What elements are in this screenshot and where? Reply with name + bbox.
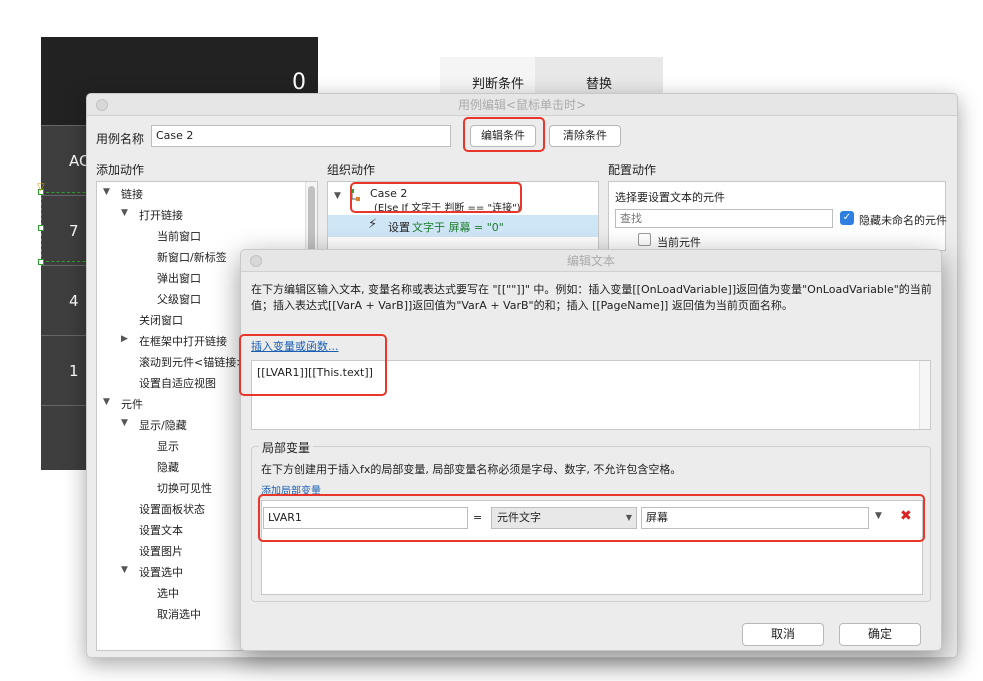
lightning-icon: ⚡: [368, 217, 378, 232]
tree-item-set-image[interactable]: 设置图片: [139, 543, 183, 559]
clear-condition-button[interactable]: 清除条件: [549, 125, 621, 147]
case-editor-titlebar: 用例编辑<鼠标单击时>: [87, 94, 957, 116]
current-widget-checkbox[interactable]: [638, 233, 651, 246]
hide-unnamed-checkbox[interactable]: ✓: [840, 211, 854, 225]
tree-item-parent-window[interactable]: 父级窗口: [157, 291, 201, 307]
expand-arrow-icon[interactable]: ▼: [103, 187, 110, 197]
tree-item-toggle-visibility[interactable]: 切换可见性: [157, 480, 212, 496]
tree-item-show[interactable]: 显示: [157, 438, 179, 454]
current-widget-label: 当前元件: [657, 236, 701, 249]
action-row-selected[interactable]: ⚡ 设置 文字于 屏幕 = "0": [328, 215, 598, 237]
resize-handle[interactable]: [38, 225, 44, 231]
background-tabs: 判断条件 替换: [440, 57, 663, 93]
hide-unnamed-label: 隐藏未命名的元件: [859, 214, 947, 227]
tab-replace[interactable]: 替换: [586, 73, 612, 92]
tree-item-show-hide[interactable]: 显示/隐藏: [139, 417, 187, 433]
local-variables-desc: 在下方创建用于插入fx的局部变量, 局部变量名称必须是字母、数字, 不允许包含空…: [261, 463, 682, 476]
tree-item-select[interactable]: 选中: [157, 585, 179, 601]
case-name-label: 用例名称: [96, 132, 145, 146]
edit-text-titlebar: 编辑文本: [241, 250, 941, 272]
expand-arrow-icon[interactable]: ▼: [121, 208, 128, 218]
tree-item-set-panel-state[interactable]: 设置面板状态: [139, 501, 205, 517]
action-prefix: 设置: [388, 221, 410, 234]
editor-scrollbar[interactable]: [919, 361, 930, 429]
tree-item-popup[interactable]: 弹出窗口: [157, 270, 201, 286]
tree-item-scroll-to[interactable]: 滚动到元件<锚链接>: [139, 354, 245, 370]
config-title: 选择要设置文本的元件: [615, 191, 725, 204]
tree-item-set-text[interactable]: 设置文本: [139, 522, 183, 538]
widget-search-input[interactable]: 查找: [615, 209, 833, 228]
edit-text-description: 在下方编辑区输入文本, 变量名称或表达式要写在 "[[""]]" 中。例如：插入…: [251, 283, 932, 312]
tree-item-current-window[interactable]: 当前窗口: [157, 228, 201, 244]
highlight-case-condition: [350, 182, 522, 213]
add-action-heading: 添加动作: [96, 163, 145, 177]
tree-item-deselect[interactable]: 取消选中: [157, 606, 201, 622]
tab-condition[interactable]: 判断条件: [472, 73, 524, 92]
edit-text-dialog: 编辑文本 在下方编辑区输入文本, 变量名称或表达式要写在 "[[""]]" 中。…: [239, 249, 942, 651]
highlight-insert-editor: [239, 334, 387, 396]
tree-item-set-selected[interactable]: 设置选中: [139, 564, 183, 580]
ok-button[interactable]: 确定: [839, 623, 921, 646]
case-name-input[interactable]: Case 2: [151, 125, 451, 147]
warning-triangle-icon: ▽: [37, 182, 45, 193]
tree-item-hide[interactable]: 隐藏: [157, 459, 179, 475]
organize-action-heading: 组织动作: [327, 163, 376, 177]
tree-item-new-window[interactable]: 新窗口/新标签: [157, 249, 227, 265]
tree-item-widget[interactable]: 元件: [121, 396, 143, 412]
expand-arrow-icon[interactable]: ▼: [121, 565, 128, 575]
configure-action-panel: 选择要设置文本的元件 查找 ✓ 隐藏未命名的元件 当前元件: [608, 181, 947, 251]
expand-arrow-icon[interactable]: ▼: [334, 191, 341, 201]
expand-arrow-icon[interactable]: ▼: [121, 418, 128, 428]
resize-handle[interactable]: [38, 259, 44, 265]
highlight-edit-condition: [463, 117, 545, 152]
tree-item-open-link[interactable]: 打开链接: [139, 207, 183, 223]
close-dot-icon[interactable]: [250, 255, 262, 267]
action-value: 文字于 屏幕 = "0": [412, 221, 504, 234]
close-dot-icon[interactable]: [96, 99, 108, 111]
configure-action-heading: 配置动作: [608, 163, 657, 177]
tree-item-open-in-frame[interactable]: 在框架中打开链接: [139, 333, 227, 349]
local-variables-title: 局部变量: [259, 439, 314, 456]
edit-text-title: 编辑文本: [566, 254, 615, 268]
case-editor-title: 用例编辑<鼠标单击时>: [457, 98, 587, 112]
collapsed-arrow-icon[interactable]: ▶: [121, 334, 128, 344]
display-value: 0: [292, 70, 306, 95]
tree-item-link[interactable]: 链接: [121, 186, 143, 202]
organize-action-panel: ▼ Case 2 (Else If 文字于 判断 == "连接") ⚡ 设置 文…: [327, 181, 599, 251]
tree-item-adaptive-view[interactable]: 设置自适应视图: [139, 375, 216, 391]
highlight-local-variable-row: [258, 494, 925, 542]
expand-arrow-icon[interactable]: ▼: [103, 397, 110, 407]
cancel-button[interactable]: 取消: [742, 623, 824, 646]
tree-item-close-window[interactable]: 关闭窗口: [139, 312, 183, 328]
